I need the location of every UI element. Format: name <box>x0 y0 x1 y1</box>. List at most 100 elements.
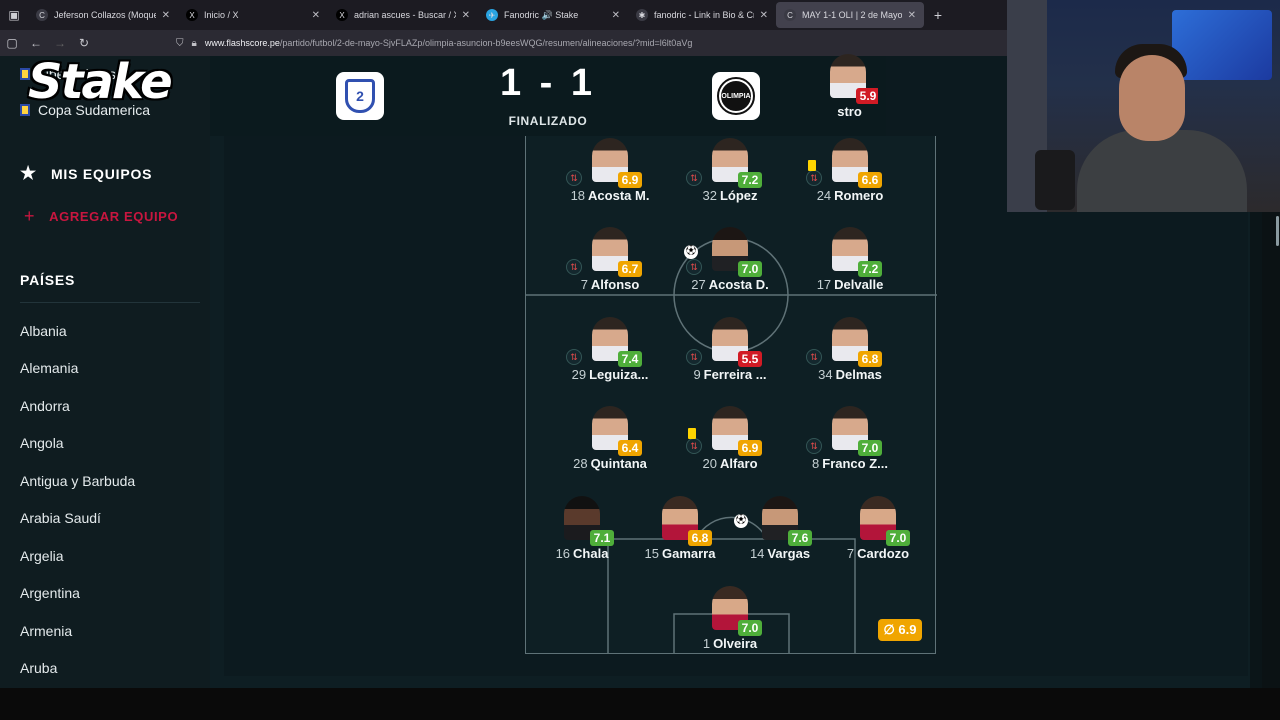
away-team-logo[interactable]: OLIMPIA <box>712 72 760 120</box>
player-romero[interactable]: ⇅ 6.6 24 Romero <box>790 138 910 210</box>
substitution-icon: ⇅ <box>566 170 582 186</box>
player-rating: 7.6 <box>788 530 812 546</box>
browser-tab[interactable]: ✱ fanodric - Link in Bio & Creator ✕ <box>628 2 776 28</box>
country-item[interactable]: Andorra <box>20 387 200 425</box>
country-list: Albania Alemania Andorra Angola Antigua y Ba… <box>20 312 200 687</box>
browser-tab[interactable]: ✈ Fanodric 🔊 Stake ✕ <box>478 2 628 28</box>
country-item[interactable]: Argentina <box>20 575 200 613</box>
player-olveira[interactable]: 7.0 1 Olveira <box>670 586 790 658</box>
player-name: Chala <box>573 546 609 561</box>
player-number: 34 <box>818 367 833 382</box>
country-item[interactable]: Alemania <box>20 350 200 388</box>
player-rating: 5.5 <box>738 351 762 367</box>
player-name: Quintana <box>590 456 647 471</box>
yellow-card-icon <box>808 160 816 171</box>
country-item[interactable]: Armenia <box>20 612 200 650</box>
reload-icon[interactable]: ↻ <box>72 36 96 50</box>
home-team-logo[interactable]: 2 <box>336 72 384 120</box>
substitution-icon: ⇅ <box>686 349 702 365</box>
browser-tab[interactable]: C MAY 1-1 OLI | 2 de Mayo vs Oli ✕ <box>776 2 924 28</box>
substitution-icon: ⇅ <box>806 170 822 186</box>
pitch-markings <box>526 237 937 654</box>
close-tab-icon[interactable]: ✕ <box>760 10 768 21</box>
browser-tab[interactable]: Xadrian ascues - Buscar / X ✕ <box>328 2 478 28</box>
pitch <box>525 136 937 654</box>
close-tab-icon[interactable]: ✕ <box>612 10 620 21</box>
player-rating: 7.2 <box>738 172 762 188</box>
player-number: 7 <box>580 277 588 292</box>
browser-tab[interactable]: X Inicio / X ✕ <box>178 2 328 28</box>
yellow-card-icon <box>688 428 696 439</box>
player-quintana[interactable]: 6.4 28 Quintana <box>550 406 670 478</box>
new-tab-button[interactable]: + <box>924 7 952 23</box>
countries-heading: PAÍSES <box>20 272 76 288</box>
country-item[interactable]: Arabia Saudí <box>20 500 200 538</box>
player-name: Acosta D. <box>708 277 769 292</box>
substitution-icon: ⇅ <box>806 349 822 365</box>
tab-favicon-icon: X <box>336 9 348 21</box>
url-bar[interactable]: ⛉ 🔒︎ www.flashscore.pe /partido/futbol/2… <box>176 33 1010 53</box>
player-name-row: 17 Delvalle <box>790 277 910 292</box>
player-name-row: 28 Quintana <box>550 456 670 471</box>
player-name: Ferreira ... <box>703 367 767 382</box>
player-acosta-m[interactable]: ⇅ 6.9 18 Acosta M. <box>550 138 670 210</box>
back-icon[interactable]: ← <box>24 36 48 50</box>
forward-icon[interactable]: → <box>48 36 72 50</box>
substitution-icon: ⇅ <box>686 438 702 454</box>
my-teams-heading[interactable]: ★ MIS EQUIPOS <box>20 163 152 184</box>
player-delmas[interactable]: ⇅ 6.8 34 Delmas <box>790 317 910 389</box>
player-delvalle[interactable]: 7.2 17 Delvalle <box>790 227 910 299</box>
player-rating: 7.0 <box>738 261 762 277</box>
tab-title: Jeferson Collazos (Moquegua) | X <box>54 10 156 20</box>
tab-title: fanodric - Link in Bio & Creator <box>654 10 754 20</box>
close-tab-icon[interactable]: ✕ <box>908 10 916 21</box>
player-leguiza[interactable]: ⇅ 7.4 29 Leguiza... <box>550 317 670 389</box>
player-name-row: 7 Cardozo <box>818 546 938 561</box>
country-item[interactable]: Angola <box>20 425 200 463</box>
player-rating: 7.0 <box>886 530 910 546</box>
divider <box>20 302 200 303</box>
browser-nav-bar: ▢ ← → ↻ ⛉ 🔒︎ www.flashscore.pe /partido/… <box>0 30 1010 56</box>
player-l-pez[interactable]: ⇅ 7.2 32 López <box>670 138 790 210</box>
player-ferreira[interactable]: ⇅ 5.5 9 Ferreira ... <box>670 317 790 389</box>
country-item[interactable]: Aruba <box>20 650 200 688</box>
browser-tab[interactable]: C Jeferson Collazos (Moquegua) | X ✕ <box>28 2 178 28</box>
player-cardozo[interactable]: 7.0 7 Cardozo <box>818 496 938 568</box>
match-score: 1 - 1 <box>499 62 597 104</box>
player-name-row: 32 López <box>670 188 790 203</box>
tab-list-icon[interactable]: ▣ <box>0 0 28 30</box>
close-tab-icon[interactable]: ✕ <box>162 10 170 21</box>
player-rating: 7.2 <box>858 261 882 277</box>
player-name: López <box>719 188 758 203</box>
player-name-row: 7 Alfonso <box>550 277 670 292</box>
player-number: 7 <box>846 546 855 561</box>
player-name: Alfonso <box>590 277 640 292</box>
player-name: Romero <box>834 188 884 203</box>
player-name: Franco Z... <box>822 456 888 471</box>
add-team-button[interactable]: + AGREGAR EQUIPO <box>24 206 178 227</box>
player-number: 18 <box>570 188 586 203</box>
player-franco-z[interactable]: ⇅ 7.0 8 Franco Z... <box>790 406 910 478</box>
bottom-bar <box>0 688 1280 720</box>
player-acosta-d[interactable]: ⇅ ⚽︎ 7.0 27 Acosta D. <box>670 227 790 299</box>
plus-icon: + <box>24 206 36 226</box>
player-number: 16 <box>555 546 571 561</box>
country-item[interactable]: Antigua y Barbuda <box>20 462 200 500</box>
tab-favicon-icon: ✈ <box>486 9 498 21</box>
player-alfaro[interactable]: ⇅ 6.9 20 Alfaro <box>670 406 790 478</box>
goal-ball-icon: ⚽︎ <box>684 245 698 259</box>
close-tab-icon[interactable]: ✕ <box>462 10 470 21</box>
player-name-row: 34 Delmas <box>790 367 910 382</box>
scrollbar[interactable] <box>1262 212 1280 688</box>
sidebar-toggle-icon[interactable]: ▢ <box>0 36 24 50</box>
player-number: 29 <box>571 367 587 382</box>
star-icon: ★ <box>20 163 37 183</box>
player-rating: 6.9 <box>618 172 642 188</box>
url-host: www.flashscore.pe <box>204 38 280 48</box>
country-item[interactable]: Albania <box>20 312 200 350</box>
player-name-row: 9 Ferreira ... <box>670 367 790 382</box>
player-number: 20 <box>702 456 717 471</box>
close-tab-icon[interactable]: ✕ <box>312 10 320 21</box>
country-item[interactable]: Argelia <box>20 537 200 575</box>
player-alfonso[interactable]: ⇅ 6.7 7 Alfonso <box>550 227 670 299</box>
